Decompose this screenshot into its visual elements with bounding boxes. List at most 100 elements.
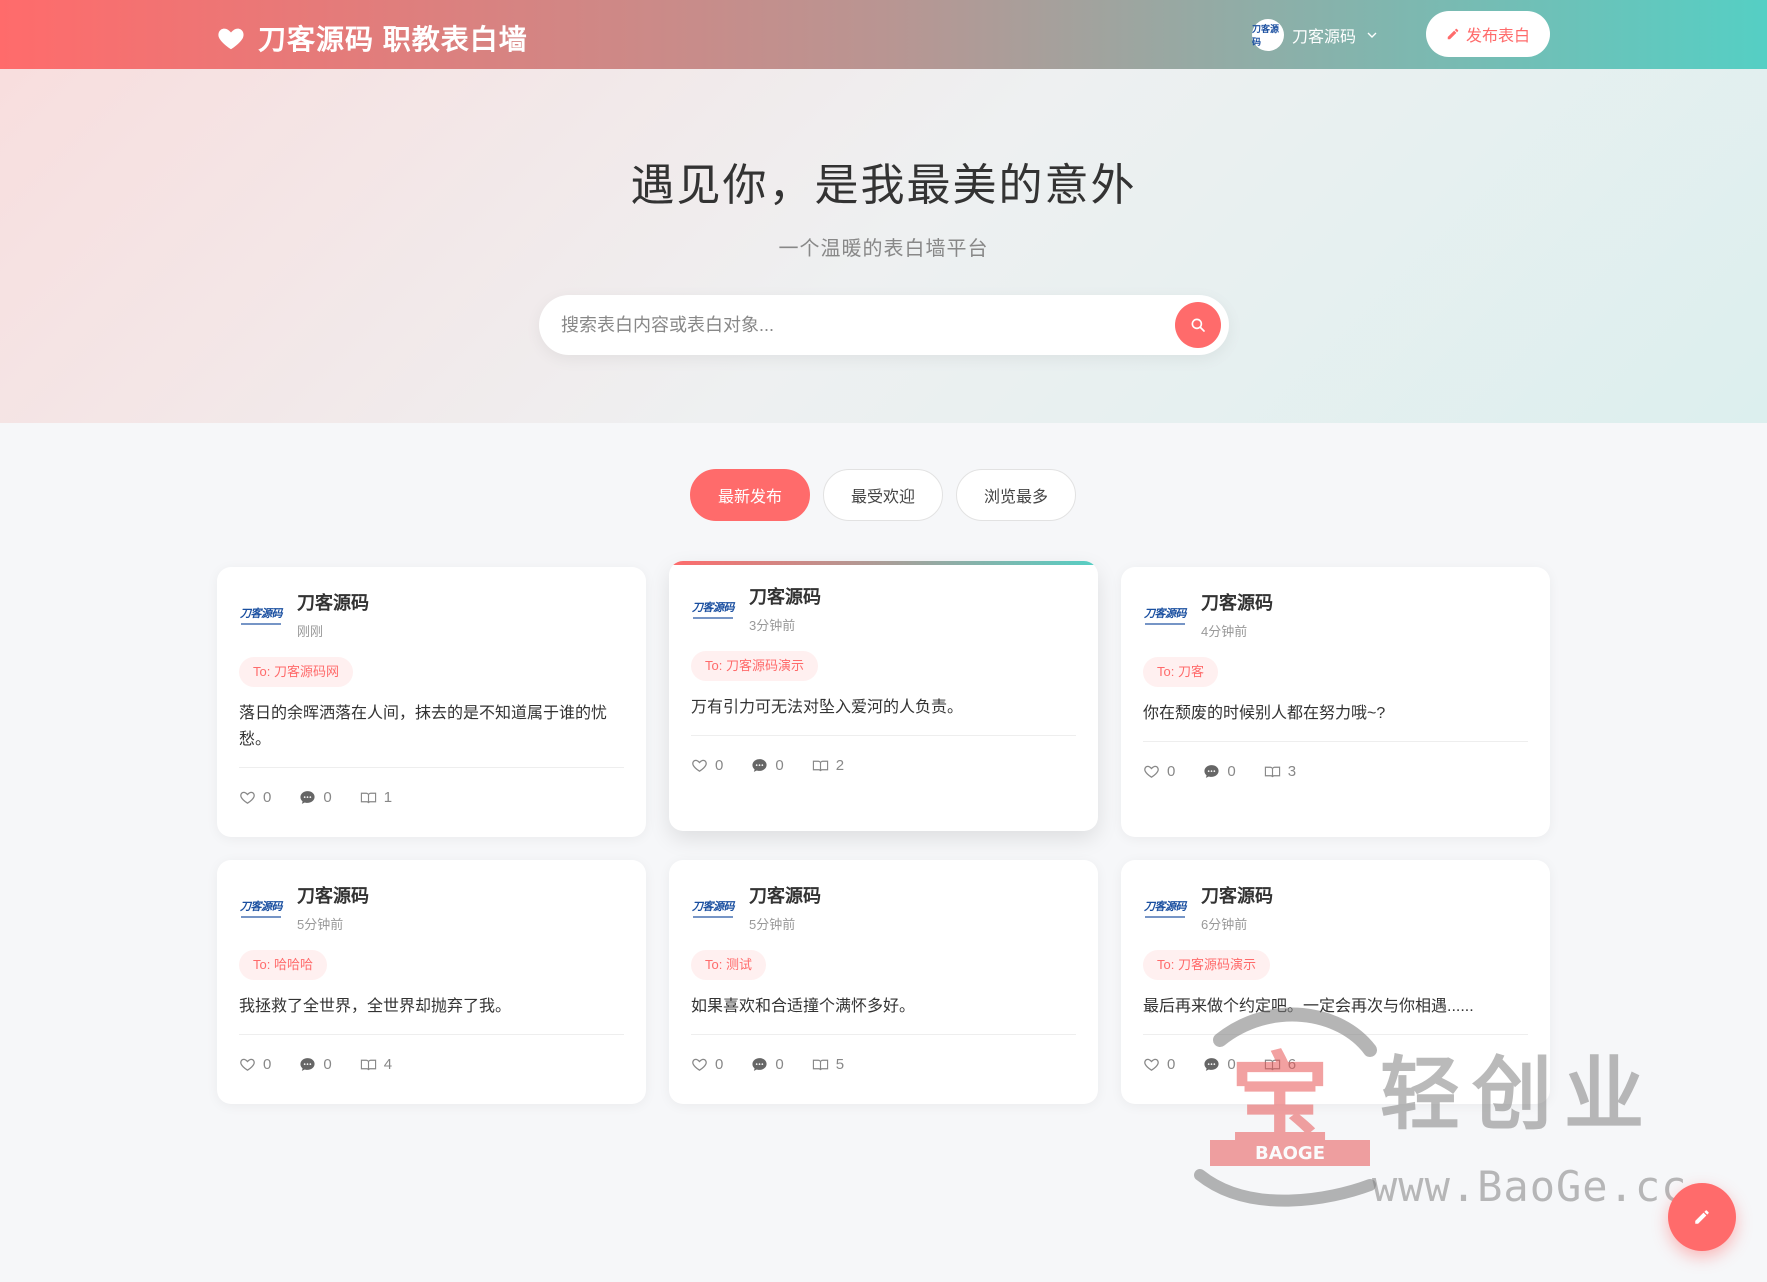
- post-time: 4分钟前: [1201, 624, 1248, 639]
- confession-card[interactable]: 刀客源码 刀客源码 5分钟前 To: 测试 如果喜欢和合适撞个满怀多好。 0 0: [669, 860, 1098, 1104]
- heart-outline-icon: [692, 1058, 707, 1071]
- like-count: 0: [1167, 1056, 1176, 1073]
- card-stats: 0 0 4: [239, 1056, 392, 1073]
- recipient-tag[interactable]: To: 哈哈哈: [239, 950, 327, 980]
- card-divider: [239, 1034, 624, 1035]
- card-header: 刀客源码 刀客源码 5分钟前: [691, 882, 821, 933]
- search-icon: [1191, 318, 1205, 332]
- author-avatar: 刀客源码: [691, 587, 735, 631]
- search-input[interactable]: [561, 295, 1121, 355]
- card-header: 刀客源码 刀客源码 5分钟前: [239, 882, 369, 933]
- like-count: 0: [715, 757, 724, 774]
- like-stat[interactable]: 0: [1143, 763, 1175, 780]
- author-avatar: 刀客源码: [691, 886, 735, 930]
- author-name: 刀客源码: [297, 593, 369, 613]
- brand[interactable]: 刀客源码 职教表白墙: [216, 18, 528, 58]
- avatar-logo-text: 刀客源码: [1144, 607, 1187, 620]
- heart-outline-icon: [1144, 1058, 1159, 1071]
- view-stat: 1: [360, 789, 392, 806]
- author-avatar: 刀客源码: [239, 886, 283, 930]
- avatar-logo-line: [241, 622, 281, 625]
- comment-count: 0: [775, 757, 784, 774]
- view-stat: 4: [360, 1056, 392, 1073]
- card-header: 刀客源码 刀客源码 刚刚: [239, 589, 369, 640]
- like-count: 0: [263, 1056, 272, 1073]
- card-content: 我拯救了全世界，全世界却抛弃了我。: [239, 998, 512, 1015]
- confession-card[interactable]: 刀客源码 刀客源码 5分钟前 To: 哈哈哈 我拯救了全世界，全世界却抛弃了我。…: [217, 860, 646, 1104]
- avatar-logo-line: [241, 915, 281, 918]
- comment-stat[interactable]: 0: [1203, 763, 1236, 780]
- avatar-logo-line: [693, 915, 733, 918]
- card-divider: [239, 767, 624, 768]
- author-name: 刀客源码: [1201, 593, 1273, 613]
- search-bar: [539, 295, 1229, 355]
- tab-popular[interactable]: 最受欢迎: [823, 469, 943, 521]
- like-count: 0: [263, 789, 272, 806]
- confession-card[interactable]: 刀客源码 刀客源码 3分钟前 To: 刀客源码演示 万有引力可无法对坠入爱河的人…: [669, 561, 1098, 831]
- post-time: 5分钟前: [749, 917, 796, 932]
- confession-card[interactable]: 刀客源码 刀客源码 刚刚 To: 刀客源码网 落日的余晖洒落在人间，抹去的是不知…: [217, 567, 646, 837]
- comment-count: 0: [323, 1056, 332, 1073]
- user-menu[interactable]: 刀客源码 刀客源码: [1252, 19, 1380, 51]
- user-avatar: 刀客源码: [1252, 19, 1284, 51]
- book-icon: [360, 792, 376, 804]
- like-stat[interactable]: 0: [691, 757, 723, 774]
- comment-stat[interactable]: 0: [299, 789, 332, 806]
- floating-publish-button[interactable]: [1668, 1183, 1736, 1251]
- recipient-tag[interactable]: To: 刀客源码演示: [1143, 950, 1270, 980]
- recipient-tag[interactable]: To: 刀客源码网: [239, 657, 353, 687]
- book-icon: [1264, 766, 1280, 778]
- avatar-logo-text: 刀客源码: [692, 900, 735, 913]
- like-count: 0: [715, 1056, 724, 1073]
- recipient-tag[interactable]: To: 刀客源码演示: [691, 651, 818, 681]
- avatar-logo-text: 刀客源码: [240, 607, 283, 620]
- watermark-url: www.BaoGe.cc: [1372, 1162, 1688, 1211]
- top-header: 刀客源码 职教表白墙 刀客源码 刀客源码 发布表白: [0, 0, 1767, 69]
- publish-button[interactable]: 发布表白: [1426, 11, 1550, 57]
- like-stat[interactable]: 0: [239, 1056, 271, 1073]
- view-count: 2: [835, 757, 845, 774]
- recipient-tag[interactable]: To: 刀客: [1143, 657, 1218, 687]
- like-stat[interactable]: 0: [1143, 1056, 1175, 1073]
- avatar-logo-line: [1145, 915, 1185, 918]
- hero-subtitle: 一个温暖的表白墙平台: [778, 238, 989, 260]
- heart-icon: [218, 28, 244, 50]
- card-content: 落日的余晖洒落在人间，抹去的是不知道属于谁的忧愁。: [239, 705, 608, 748]
- watermark-text: 轻创业: [1380, 1047, 1656, 1141]
- recipient-tag[interactable]: To: 测试: [691, 950, 766, 980]
- author-name: 刀客源码: [749, 886, 821, 906]
- filter-tabs: 最新发布 最受欢迎 浏览最多: [690, 469, 1076, 521]
- author-name: 刀客源码: [1201, 886, 1273, 906]
- like-stat[interactable]: 0: [239, 789, 271, 806]
- confession-card[interactable]: 刀客源码 刀客源码 4分钟前 To: 刀客 你在颓废的时候别人都在努力哦~? 0: [1121, 567, 1550, 837]
- book-icon: [360, 1059, 376, 1071]
- card-content: 如果喜欢和合适撞个满怀多好。: [691, 998, 916, 1015]
- comment-stat[interactable]: 0: [751, 757, 784, 774]
- comment-stat[interactable]: 0: [299, 1056, 332, 1073]
- like-stat[interactable]: 0: [691, 1056, 723, 1073]
- card-header: 刀客源码 刀客源码 3分钟前: [691, 583, 821, 634]
- hero-section: 遇见你，是我最美的意外 一个温暖的表白墙平台: [0, 69, 1767, 423]
- tab-most-viewed[interactable]: 浏览最多: [956, 469, 1076, 521]
- post-time: 6分钟前: [1201, 917, 1248, 932]
- chevron-down-icon: [1367, 32, 1377, 38]
- comment-count: 0: [775, 1056, 784, 1073]
- publish-label: 发布表白: [1465, 28, 1530, 45]
- card-divider: [1143, 741, 1528, 742]
- comment-stat[interactable]: 0: [751, 1056, 784, 1073]
- search-button[interactable]: [1175, 302, 1221, 348]
- tab-latest[interactable]: 最新发布: [690, 469, 810, 521]
- view-count: 1: [383, 789, 393, 806]
- author-avatar: 刀客源码: [1143, 593, 1187, 637]
- avatar-logo-text: 刀客源码: [1144, 900, 1187, 913]
- comment-icon: [1204, 765, 1219, 778]
- author-name: 刀客源码: [297, 886, 369, 906]
- heart-outline-icon: [692, 759, 707, 772]
- card-stats: 0 0 5: [691, 1056, 844, 1073]
- post-time: 3分钟前: [749, 618, 796, 633]
- brand-title: 刀客源码 职教表白墙: [258, 24, 528, 55]
- card-stats: 0 0 2: [691, 757, 844, 774]
- heart-outline-icon: [240, 1058, 255, 1071]
- card-header: 刀客源码 刀客源码 4分钟前: [1143, 589, 1273, 640]
- post-time: 5分钟前: [297, 917, 344, 932]
